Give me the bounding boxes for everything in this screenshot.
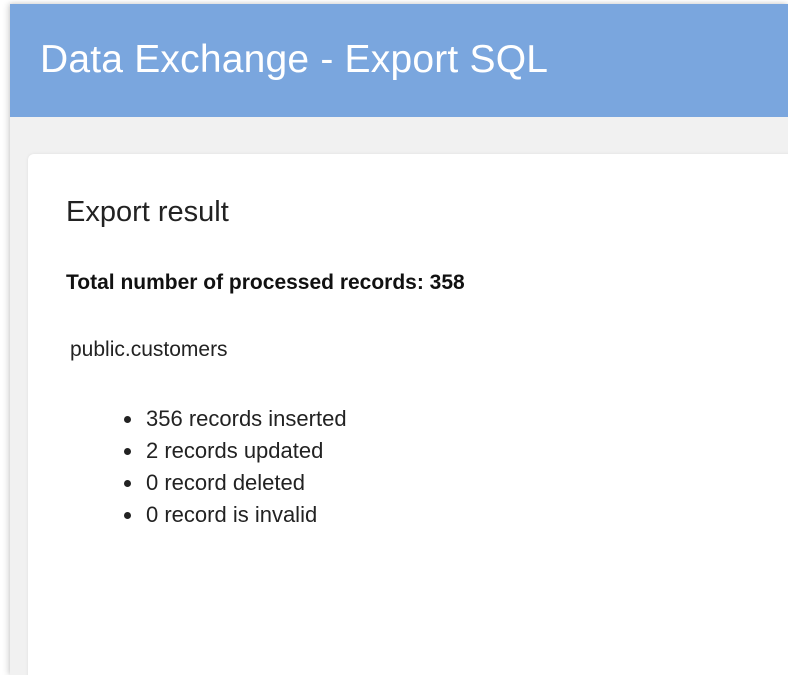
list-item-label: 0 record deleted bbox=[146, 470, 305, 495]
list-item-updated: 2 records updated bbox=[124, 435, 788, 467]
table-name: public.customers bbox=[70, 338, 228, 361]
result-stats-list: 356 records inserted 2 records updated 0… bbox=[124, 403, 788, 531]
export-result-card: Export result Total number of processed … bbox=[28, 154, 788, 675]
bullet-icon bbox=[124, 512, 131, 519]
total-processed-records: Total number of processed records: 358 bbox=[66, 271, 465, 294]
bullet-icon bbox=[124, 448, 131, 455]
list-item-inserted: 356 records inserted bbox=[124, 403, 788, 435]
list-item-deleted: 0 record deleted bbox=[124, 467, 788, 499]
list-item-invalid: 0 record is invalid bbox=[124, 499, 788, 531]
app-header: Data Exchange - Export SQL bbox=[10, 4, 788, 117]
bullet-icon bbox=[124, 480, 131, 487]
list-item-label: 356 records inserted bbox=[146, 406, 347, 431]
bullet-icon bbox=[124, 416, 131, 423]
page-title: Data Exchange - Export SQL bbox=[40, 37, 549, 81]
list-item-label: 0 record is invalid bbox=[146, 502, 318, 527]
export-window: Data Exchange - Export SQL Export result… bbox=[10, 4, 788, 675]
list-item-label: 2 records updated bbox=[146, 438, 324, 463]
export-result-title: Export result bbox=[66, 196, 229, 228]
